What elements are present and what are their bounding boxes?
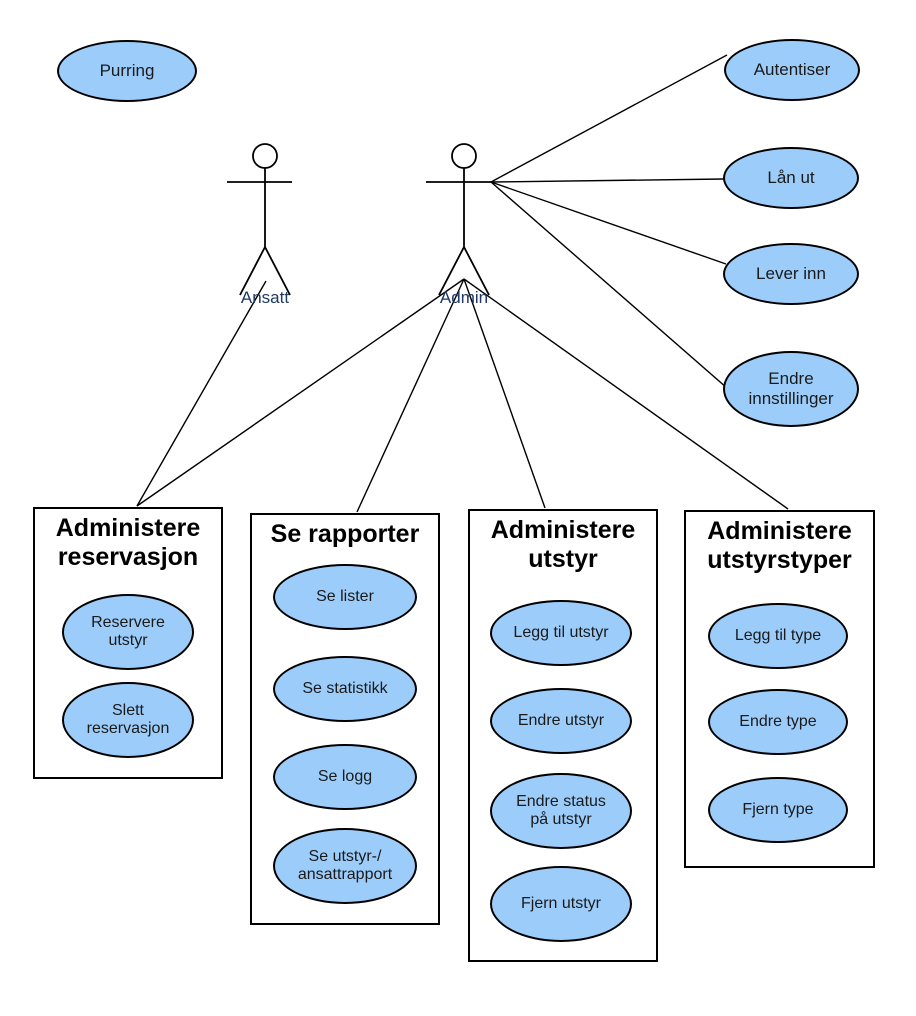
use-case-label: Legg til utstyr bbox=[513, 623, 609, 641]
use-case-label: Endre type bbox=[739, 712, 817, 730]
use-case-autentiser[interactable]: Autentiser bbox=[724, 39, 860, 101]
association-line bbox=[356, 278, 465, 513]
use-case-label: Reservere utstyr bbox=[91, 613, 165, 649]
use-case-se-statistikk[interactable]: Se statistikk bbox=[273, 656, 417, 722]
use-case-label: Se statistikk bbox=[302, 679, 388, 697]
use-case-label: Endre innstillinger bbox=[748, 369, 834, 408]
use-case-endre-utstyr[interactable]: Endre utstyr bbox=[490, 688, 632, 754]
association-line bbox=[136, 278, 465, 507]
use-case-fjern-utstyr[interactable]: Fjern utstyr bbox=[490, 866, 632, 942]
use-case-lever_inn[interactable]: Lever inn bbox=[723, 243, 859, 305]
actor-label-ansatt: Ansatt bbox=[240, 288, 290, 307]
use-case-label: Legg til type bbox=[734, 626, 822, 644]
package-title-administere-reservasjon: Administere reservasjon bbox=[55, 514, 201, 571]
association-line bbox=[490, 178, 725, 183]
use-case-lan_ut[interactable]: Lån ut bbox=[723, 147, 859, 209]
use-case-endre-type[interactable]: Endre type bbox=[708, 689, 848, 755]
association-line bbox=[463, 278, 546, 509]
package-title-se-rapporter: Se rapporter bbox=[270, 520, 420, 548]
use-case-label: Purring bbox=[99, 61, 155, 81]
use-case-label: Se lister bbox=[316, 587, 374, 605]
use-case-purring[interactable]: Purring bbox=[57, 40, 197, 102]
use-case-label: Fjern type bbox=[742, 800, 814, 818]
use-case-label: Lån ut bbox=[767, 168, 815, 188]
use-case-reservere-utstyr[interactable]: Reservere utstyr bbox=[62, 594, 194, 670]
use-case-slett-reservasjon[interactable]: Slett reservasjon bbox=[62, 682, 194, 758]
association-line bbox=[136, 280, 267, 507]
use-case-label: Endre status på utstyr bbox=[516, 792, 606, 828]
use-case-label: Se logg bbox=[317, 767, 373, 785]
use-case-label: Fjern utstyr bbox=[520, 894, 601, 912]
use-case-label: Lever inn bbox=[756, 264, 826, 284]
use-case-legg-til-utstyr[interactable]: Legg til utstyr bbox=[490, 600, 632, 666]
package-title-administere-utstyr: Administere utstyr bbox=[490, 516, 636, 573]
use-case-label: Endre utstyr bbox=[517, 711, 605, 729]
use-case-label: Se utstyr-/ ansattrapport bbox=[297, 847, 393, 883]
actor-admin[interactable] bbox=[426, 143, 491, 296]
actor-ansatt[interactable] bbox=[227, 143, 292, 296]
use-case-fjern-type[interactable]: Fjern type bbox=[708, 777, 848, 843]
use-case-label: Autentiser bbox=[753, 60, 831, 80]
association-line bbox=[490, 181, 727, 265]
use-case-label: Slett reservasjon bbox=[86, 701, 170, 737]
association-line bbox=[490, 181, 728, 389]
use-case-legg-til-type[interactable]: Legg til type bbox=[708, 603, 848, 669]
use-case-diagram-canvas: Ansatt Admin Purring Autentiser Lån ut Lever… bbox=[0, 0, 916, 1016]
use-case-se-logg[interactable]: Se logg bbox=[273, 744, 417, 810]
use-case-endre-status-pa-utstyr[interactable]: Endre status på utstyr bbox=[490, 773, 632, 849]
actor-label-admin: Admin bbox=[439, 288, 489, 307]
association-line bbox=[490, 54, 728, 183]
use-case-se-utstyr-ansattrapport[interactable]: Se utstyr-/ ansattrapport bbox=[273, 828, 417, 904]
package-title-administere-utstyrstyper: Administere utstyrstyper bbox=[707, 517, 852, 574]
use-case-endre_innstillinger[interactable]: Endre innstillinger bbox=[723, 351, 859, 427]
use-case-se-lister[interactable]: Se lister bbox=[273, 564, 417, 630]
